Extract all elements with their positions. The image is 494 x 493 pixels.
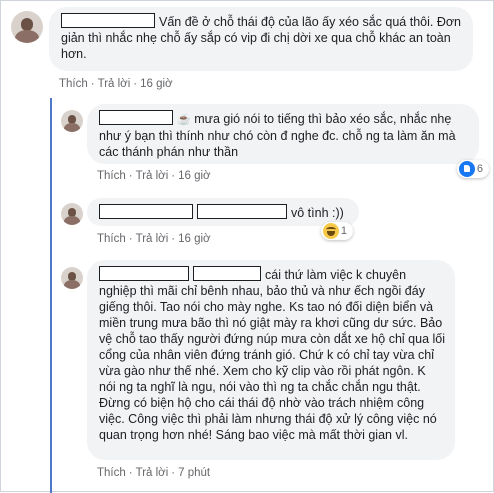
- reply-link[interactable]: Trả lời: [136, 170, 169, 182]
- comment-text: vô tình :)): [291, 206, 344, 220]
- reaction-badge[interactable]: 1: [321, 222, 353, 240]
- redacted-author-name[interactable]: [99, 110, 173, 125]
- comment-timestamp[interactable]: 16 giờ: [178, 233, 210, 245]
- comment-actions: Thích · Trả lời · 16 giờ: [97, 233, 211, 245]
- coffee-icon: ☕: [177, 114, 191, 126]
- avatar[interactable]: [11, 11, 43, 43]
- comment-actions: Thích · Trả lời · 16 giờ: [97, 170, 211, 182]
- comment-timestamp[interactable]: 16 giờ: [178, 170, 210, 182]
- reply-link[interactable]: Trả lời: [136, 233, 169, 245]
- like-link[interactable]: Thích: [97, 170, 126, 182]
- redacted-author-name[interactable]: [61, 13, 155, 28]
- comment-actions: Thích · Trả lời · 7 phút: [97, 467, 211, 479]
- avatar[interactable]: [61, 110, 83, 132]
- like-icon: [459, 161, 475, 177]
- like-link[interactable]: Thích: [59, 78, 88, 90]
- reply-thread-line: [50, 98, 52, 493]
- reaction-count: 1: [340, 225, 347, 237]
- comment-text: cái thứ làm việc k chuyên nghiệp thì mãi…: [99, 268, 446, 442]
- reply-bubble: cái thứ làm việc k chuyên nghiệp thì mãi…: [87, 260, 455, 460]
- redacted-tagged-name[interactable]: [193, 266, 261, 281]
- reply-link[interactable]: Trả lời: [136, 467, 169, 479]
- comment-actions: Thích · Trả lời · 16 giờ: [59, 78, 173, 90]
- reaction-badge[interactable]: 6: [457, 160, 489, 178]
- redacted-author-name[interactable]: [99, 266, 189, 281]
- like-link[interactable]: Thích: [97, 467, 126, 479]
- like-link[interactable]: Thích: [97, 233, 126, 245]
- comment-bubble: Vấn đề ở chỗ thái độ của lão ấy xéo sắc …: [49, 7, 473, 71]
- redacted-author-name[interactable]: [99, 204, 193, 219]
- comment-thread: Vấn đề ở chỗ thái độ của lão ấy xéo sắc …: [0, 0, 494, 493]
- haha-icon: [323, 223, 339, 239]
- comment-timestamp[interactable]: 16 giờ: [140, 78, 172, 90]
- reply-link[interactable]: Trả lời: [98, 78, 131, 90]
- redacted-tagged-name[interactable]: [197, 204, 287, 219]
- avatar[interactable]: [61, 203, 83, 225]
- reply-bubble: vô tình :)): [87, 198, 359, 226]
- reply-bubble: ☕ mưa gió nói to tiếng thì bảo xéo sắc, …: [87, 104, 479, 164]
- comment-timestamp[interactable]: 7 phút: [178, 467, 210, 479]
- reaction-count: 6: [476, 163, 483, 175]
- avatar[interactable]: [61, 267, 83, 289]
